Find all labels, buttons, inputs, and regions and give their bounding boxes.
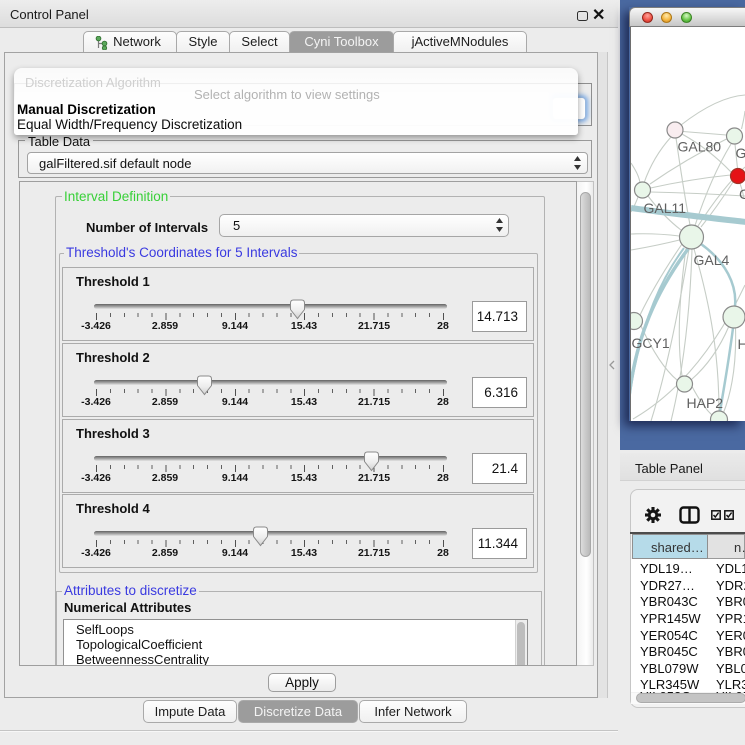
svg-text:GAL4: GAL4	[694, 252, 730, 268]
svg-text:GAL11: GAL11	[644, 200, 687, 216]
svg-text:H: H	[738, 336, 745, 352]
svg-text:GAL80: GAL80	[678, 139, 722, 155]
svg-text:GCY1: GCY1	[632, 335, 670, 351]
svg-text:GA: GA	[736, 145, 745, 161]
svg-text:C: C	[739, 186, 745, 202]
svg-text:HAP2: HAP2	[687, 395, 724, 411]
